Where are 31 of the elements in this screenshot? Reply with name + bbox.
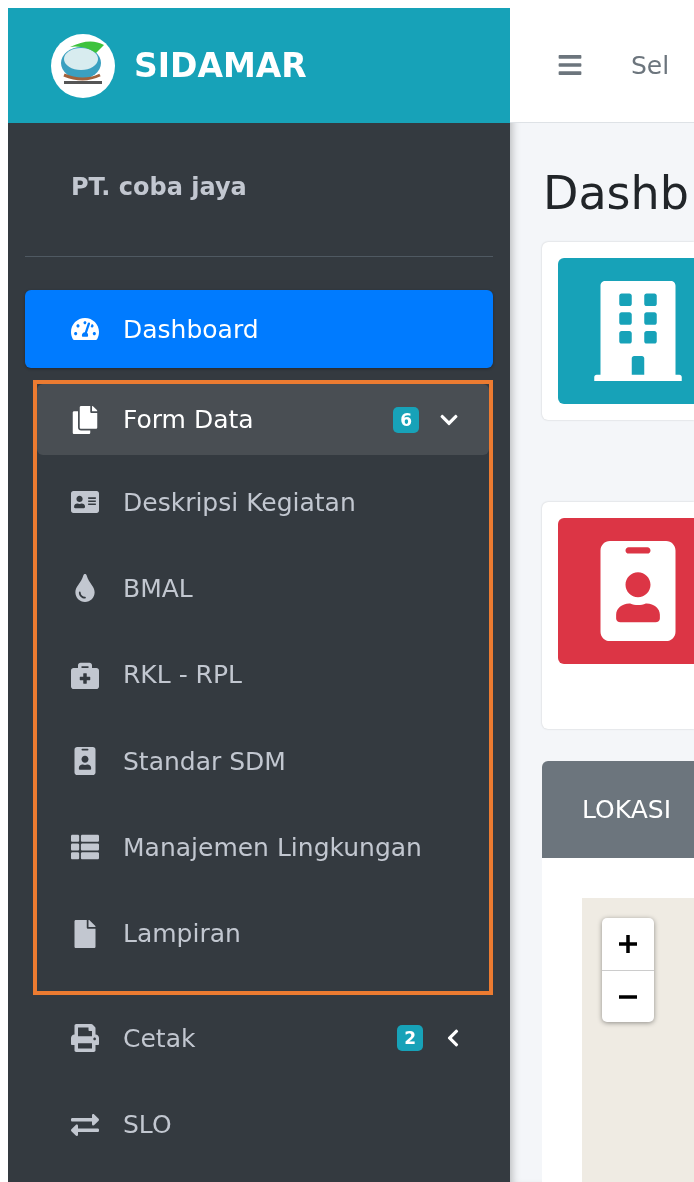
nav-label: SLO [123,1110,173,1140]
submenu-item[interactable]: BMAL [37,545,489,632]
page-title: Dashb [543,165,690,222]
nav-label: Dashboard [123,314,260,344]
count-badge: 6 [393,406,419,433]
submenu-item[interactable]: Lampiran [37,890,489,977]
submenu-label: RKL - RPL [123,660,243,690]
card-header: LOKASI [542,761,694,858]
top-bar-text: Sel [631,50,670,80]
count-badge: 2 [397,1025,423,1052]
submenu-item[interactable]: RKL - RPL [37,631,489,718]
nav-item[interactable]: SLO [25,1081,493,1168]
nav-label: Form Data [123,405,255,434]
nav-label: Cetak [123,1023,197,1053]
submenu-label: Lampiran [123,919,242,949]
logo-drawing [50,32,116,99]
submenu-item[interactable]: Standar SDM [37,717,489,805]
submenu-item[interactable]: Manajemen Lingkungan [37,804,489,891]
submenu-label: Manajemen Lingkungan [123,832,423,862]
submenu-label: Standar SDM [123,746,287,776]
user-name: PT. coba jaya [70,172,248,203]
minus-icon [619,994,637,999]
menu-icon[interactable] [557,52,583,78]
submenu-label: BMAL [123,573,194,603]
nav-item[interactable]: Dashboard [25,290,493,368]
nav-item[interactable]: Cetak 2 [25,994,493,1082]
submenu-label: Deskripsi Kegiatan [123,487,357,517]
submenu-item[interactable]: Deskripsi Kegiatan [37,459,489,546]
plus-icon [617,933,639,955]
brand-name: SIDAMAR [134,46,307,85]
nav-item[interactable]: Form Data 6 [37,384,489,455]
